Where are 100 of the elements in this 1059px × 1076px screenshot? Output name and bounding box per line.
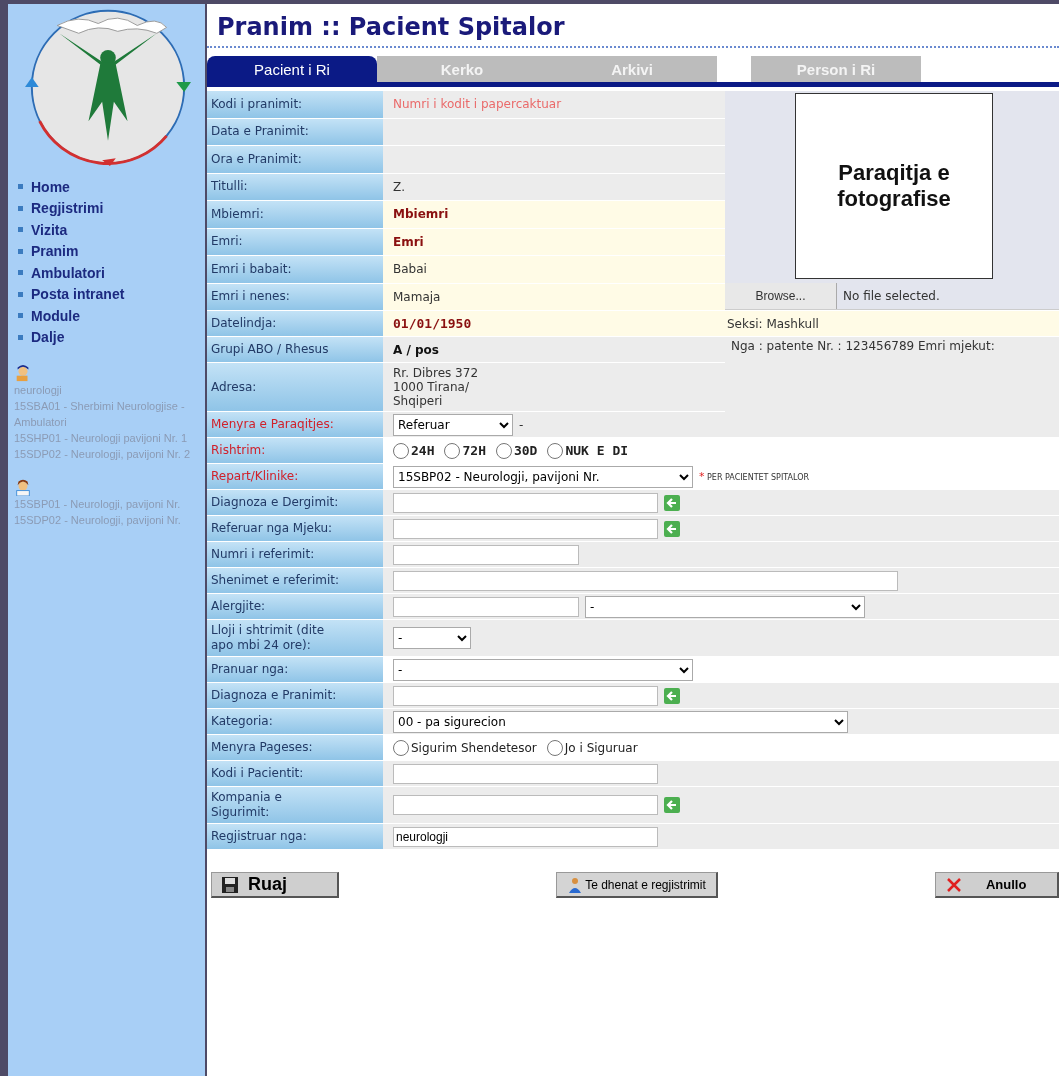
radio-label: 30D xyxy=(513,443,538,458)
dropdown[interactable]: - xyxy=(585,595,865,618)
dropdown[interactable]: Referuar xyxy=(393,413,513,436)
field-label: Emri i nenes: xyxy=(207,283,383,310)
nav-link[interactable]: Vizita xyxy=(31,221,68,238)
field-label: Menyra Pageses: xyxy=(207,735,383,760)
nav-link[interactable]: Pranim xyxy=(31,243,79,260)
nav-link[interactable]: Home xyxy=(31,178,70,195)
sex-text: Seksi: Mashkull xyxy=(727,316,819,331)
arrow-button-icon[interactable] xyxy=(664,494,680,511)
arrow-button-icon[interactable] xyxy=(664,687,680,704)
input-field[interactable] xyxy=(393,685,658,706)
field-value: Mbiemri xyxy=(393,207,449,222)
field-label: Mbiemri: xyxy=(207,201,383,228)
action-button[interactable]: Te dhenat e regjistrimit xyxy=(556,872,718,898)
input-field[interactable] xyxy=(393,544,579,565)
unit-text: 15SBP01 - Neurologji, pavijoni Nr. xyxy=(14,497,182,512)
radio-label: Sigurim Shendetesor xyxy=(411,740,537,755)
unit-text: neurologji xyxy=(14,383,63,398)
radio-label: NUK E DI xyxy=(565,443,629,458)
tab[interactable]: Pacient i Ri xyxy=(207,56,377,82)
browse-button[interactable]: Browse... xyxy=(725,283,837,309)
radio-button[interactable] xyxy=(444,442,461,459)
field-label: Diagnoza e Pranimit: xyxy=(207,683,383,708)
radio-button[interactable] xyxy=(393,739,409,756)
bullet-icon xyxy=(18,248,23,254)
field-value: Emri xyxy=(393,234,424,249)
unit-text: 15SBA01 - Sherbimi Neurologjise - Ambulatori xyxy=(14,399,186,430)
address-line: Shqiperi xyxy=(393,394,444,408)
field-label: Regjistruar nga: xyxy=(207,824,383,849)
field-label: Repart/Klinike: xyxy=(207,464,383,489)
arrow-button-icon[interactable] xyxy=(664,797,680,813)
radio-label: Jo i Siguruar xyxy=(564,740,638,755)
field-label: Numri i referimit: xyxy=(207,542,383,567)
radio-button[interactable] xyxy=(393,442,409,459)
radio-button[interactable] xyxy=(546,739,563,756)
action-button[interactable]: Ruaj xyxy=(211,872,339,898)
field-value: A / pos xyxy=(393,342,439,357)
bullet-icon xyxy=(18,184,23,190)
nav-link[interactable]: Posta intranet xyxy=(31,286,125,303)
input-field[interactable] xyxy=(393,596,579,617)
field-value: - xyxy=(519,417,524,432)
bullet-icon xyxy=(18,334,23,340)
field-label: Titulli: xyxy=(207,173,383,200)
bullet-icon xyxy=(18,205,23,211)
field-label: Adresa: xyxy=(207,363,383,411)
field-label: Menyra e Paraqitjes: xyxy=(207,412,383,437)
field-label: Referuar nga Mjeku: xyxy=(207,516,383,541)
action-button[interactable]: Anullo xyxy=(935,872,1059,898)
field-label: Kodi i pranimit: xyxy=(207,91,383,118)
field-label: Emri i babait: xyxy=(207,256,383,283)
bullet-icon xyxy=(18,270,23,276)
close-icon xyxy=(946,876,962,893)
dropdown[interactable]: 15SBP02 - Neurologji, pavijoni Nr. xyxy=(393,465,693,488)
field-label: Data e Pranimit: xyxy=(207,118,383,145)
bullet-icon xyxy=(18,227,23,233)
dropdown[interactable]: - xyxy=(393,627,471,649)
field-label: Kategoria: xyxy=(207,709,383,734)
field-label: Shenimet e referimit: xyxy=(207,568,383,593)
radio-label: 72H xyxy=(462,443,486,458)
field-label: Kodi i Pacientit: xyxy=(207,761,383,786)
document-text: Nga : patente Nr. : 123456789 Emri mjekut: xyxy=(731,339,995,353)
nav-link[interactable]: Ambulatori xyxy=(31,264,105,281)
nurse-icon xyxy=(14,478,32,496)
field-label: Grupi ABO / Rhesus xyxy=(207,337,383,362)
page-title: Pranim :: Pacient Spitalor xyxy=(207,4,1059,48)
input-field[interactable]: neurologji xyxy=(393,826,658,847)
field-label: Emri: xyxy=(207,228,383,255)
nav-link[interactable]: Regjistrimi xyxy=(31,200,104,217)
input-field[interactable] xyxy=(393,763,658,784)
field-label: Lloji i shtrimit (dite apo mbi 24 ore): xyxy=(207,620,383,656)
unit-text: 15SDP02 - Neurologji, pavijoni Nr. 2 xyxy=(14,447,192,462)
radio-button[interactable] xyxy=(495,442,512,459)
field-value: 01/01/1950 xyxy=(393,316,472,331)
bullet-icon xyxy=(18,291,23,297)
field-label: Rishtrim: xyxy=(207,438,383,463)
field-value: Numri i kodit i papercaktuar xyxy=(393,97,562,112)
nav-link[interactable]: Dalje xyxy=(31,329,65,346)
arrow-button-icon[interactable] xyxy=(664,520,680,537)
input-field[interactable] xyxy=(393,518,658,539)
field-value: Mamaja xyxy=(393,289,441,304)
photo-caption: Paraqitja e fotografise xyxy=(836,160,952,212)
radio-label: 24H xyxy=(411,443,435,458)
field-label: Diagnoza e Dergimit: xyxy=(207,490,383,515)
radio-button[interactable] xyxy=(547,442,564,459)
person-icon xyxy=(567,876,584,893)
input-field[interactable] xyxy=(393,492,658,513)
floppy-icon xyxy=(222,876,238,893)
field-value: Babai xyxy=(393,262,427,277)
field-label: Ora e Pranimit: xyxy=(207,146,383,173)
input-field[interactable] xyxy=(393,570,898,591)
dropdown[interactable]: - xyxy=(393,658,693,681)
nav-link[interactable]: Module xyxy=(31,307,80,324)
input-field[interactable] xyxy=(393,795,658,815)
address-line: 1000 Tirana/ xyxy=(393,380,470,394)
dropdown[interactable]: 00 - pa sigurecion xyxy=(393,710,848,733)
bullet-icon xyxy=(18,313,23,319)
field-label: Alergjite: xyxy=(207,594,383,619)
field-label: Pranuar nga: xyxy=(207,657,383,682)
address-line: Rr. Dibres 372 xyxy=(393,366,479,380)
